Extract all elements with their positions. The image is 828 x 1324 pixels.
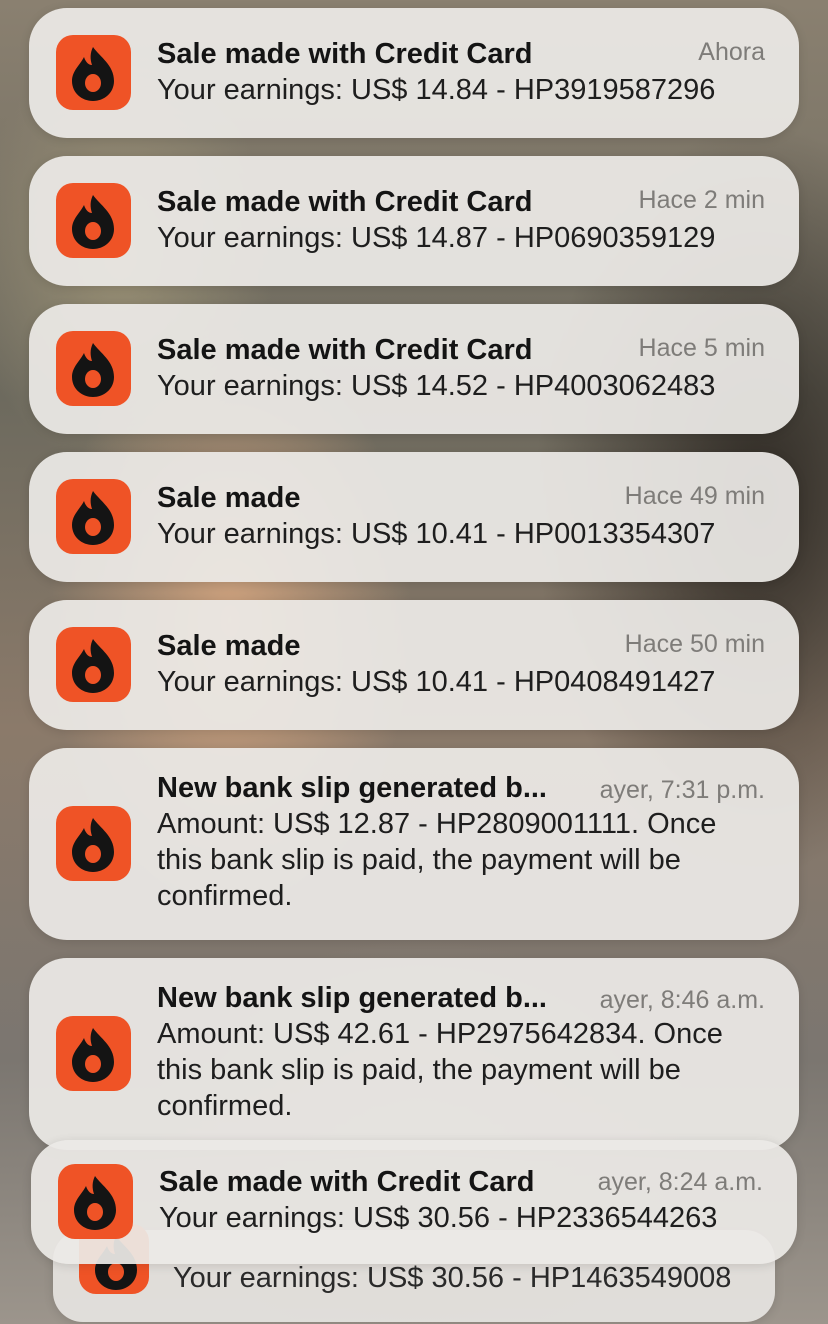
notification-card[interactable]: Sale made with Credit Card Hace 5 min Yo… — [29, 304, 799, 434]
notification-card[interactable]: Sale made with Credit Card Ahora Your ea… — [29, 8, 799, 138]
app-icon — [56, 1016, 131, 1091]
notification-time: Hace 50 min — [624, 630, 765, 658]
app-icon — [56, 331, 131, 406]
notification-time: Hace 5 min — [638, 334, 765, 362]
notification-time: ayer, 8:46 a.m. — [599, 986, 765, 1014]
notification-body: Your earnings: US$ 10.41 - HP0408491427 — [157, 666, 716, 698]
notification-time: ayer, 7:31 p.m. — [599, 776, 765, 804]
notification-card[interactable]: New bank slip generated b... ayer, 8:46 … — [29, 958, 799, 1150]
notification-time: Hace 49 min — [624, 482, 765, 510]
flame-icon — [72, 1028, 114, 1082]
notification-card[interactable]: Sale made with Credit Card ayer, 8:24 a.… — [31, 1140, 797, 1264]
notification-card[interactable]: Sale made Hace 50 min Your earnings: US$… — [29, 600, 799, 730]
notification-body: Your earnings: US$ 10.41 - HP0013354307 — [157, 518, 716, 550]
notification-body: Your earnings: US$ 30.56 - HP1463549008 — [173, 1262, 732, 1294]
notification-title: Sale made with Credit Card — [159, 1166, 535, 1198]
flame-icon — [72, 343, 114, 397]
notification-title: New bank slip generated b... — [157, 982, 547, 1014]
flame-icon — [72, 639, 114, 693]
app-icon — [56, 183, 131, 258]
notification-title: New bank slip generated b... — [157, 772, 547, 804]
notification-time: ayer, 8:24 a.m. — [597, 1168, 763, 1196]
flame-icon — [72, 47, 114, 101]
notification-body: Amount: US$ 12.87 - HP2809001111. Once t… — [157, 808, 717, 912]
notification-time: Ahora — [698, 38, 765, 66]
notification-card[interactable]: Sale made Hace 49 min Your earnings: US$… — [29, 452, 799, 582]
notification-title: Sale made with Credit Card — [157, 38, 533, 70]
notification-card[interactable]: Sale made with Credit Card Hace 2 min Yo… — [29, 156, 799, 286]
notification-title: Sale made — [157, 482, 301, 514]
app-icon — [56, 806, 131, 881]
notification-body: Your earnings: US$ 14.52 - HP4003062483 — [157, 370, 716, 402]
app-icon — [56, 479, 131, 554]
app-icon — [56, 627, 131, 702]
flame-icon — [72, 195, 114, 249]
flame-icon — [72, 491, 114, 545]
app-icon — [56, 35, 131, 110]
notification-title: Sale made with Credit Card — [157, 186, 533, 218]
notification-card[interactable]: New bank slip generated b... ayer, 7:31 … — [29, 748, 799, 940]
flame-icon — [72, 818, 114, 872]
flame-icon — [74, 1176, 116, 1230]
notification-body: Your earnings: US$ 14.87 - HP0690359129 — [157, 222, 716, 254]
notification-time: Hace 2 min — [638, 186, 765, 214]
notification-body: Your earnings: US$ 14.84 - HP3919587296 — [157, 74, 716, 106]
app-icon — [58, 1164, 133, 1239]
notification-title: Sale made with Credit Card — [157, 334, 533, 366]
notification-body: Amount: US$ 42.61 - HP2975642834. Once t… — [157, 1018, 723, 1122]
notification-body: Your earnings: US$ 30.56 - HP2336544263 — [159, 1202, 718, 1234]
notification-title: Sale made — [157, 630, 301, 662]
